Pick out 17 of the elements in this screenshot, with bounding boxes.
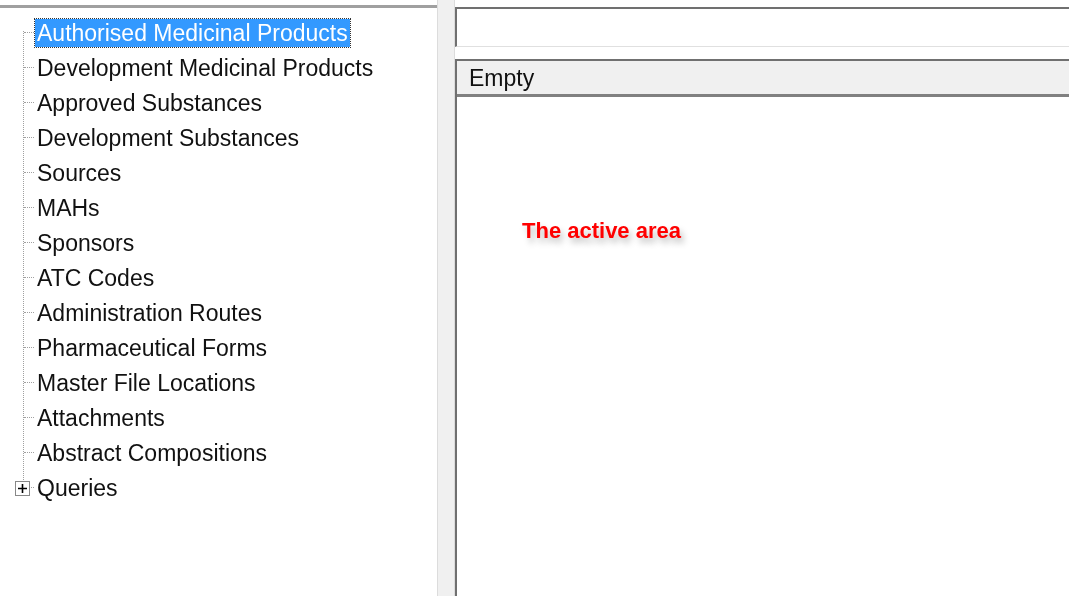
column-header[interactable]: Empty	[457, 61, 1069, 97]
tree-item[interactable]: Development Substances	[35, 123, 302, 152]
tree-item[interactable]: Sponsors	[35, 228, 137, 257]
tree-item[interactable]: Queries	[35, 473, 120, 502]
tree-item[interactable]: ATC Codes	[35, 263, 157, 292]
input-field[interactable]	[455, 7, 1069, 47]
expand-icon[interactable]	[15, 481, 30, 496]
tree-item[interactable]: Attachments	[35, 403, 167, 432]
tree-item[interactable]: Development Medicinal Products	[35, 53, 376, 82]
tree-item[interactable]: Approved Substances	[35, 88, 265, 117]
tree-item[interactable]: Administration Routes	[35, 298, 264, 327]
tree-item[interactable]: Master File Locations	[35, 368, 258, 397]
tree-item[interactable]: Abstract Compositions	[35, 438, 270, 467]
tree-item[interactable]: Sources	[35, 158, 124, 187]
annotation-text: The active area	[522, 217, 681, 245]
tree-item[interactable]: MAHs	[35, 193, 102, 222]
tree-item[interactable]: Pharmaceutical Forms	[35, 333, 270, 362]
